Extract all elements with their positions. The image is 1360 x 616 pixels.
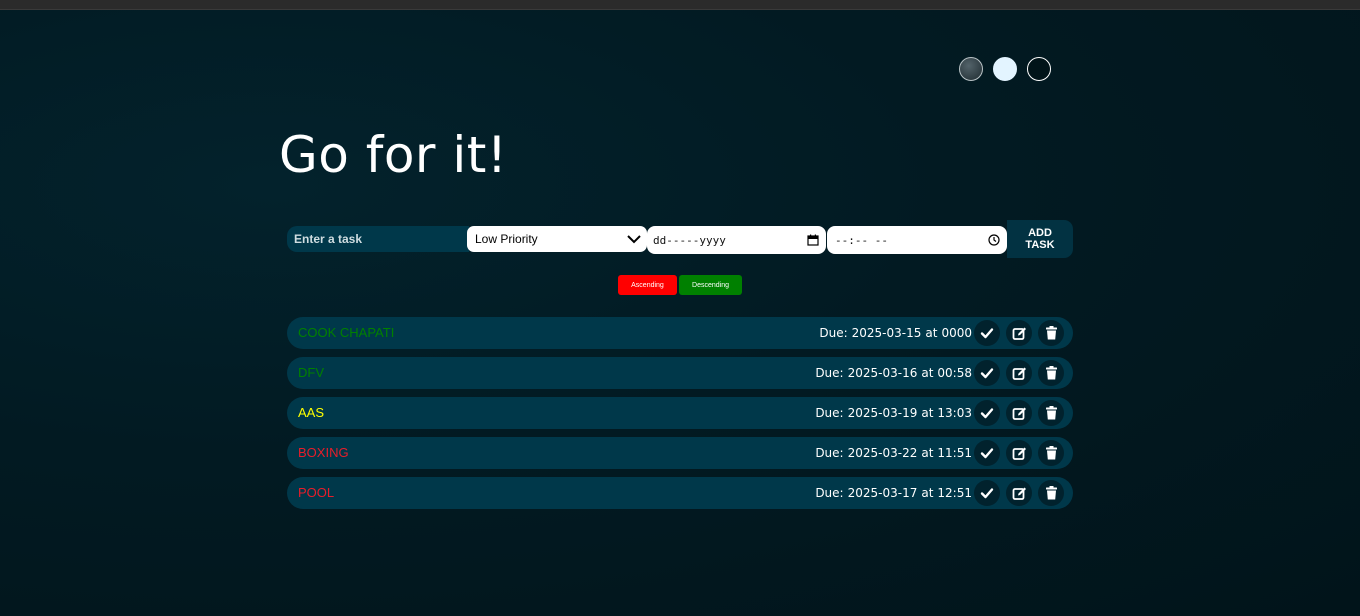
edit-icon [1012, 487, 1026, 500]
edit-task-button[interactable] [1006, 320, 1032, 346]
due-date: 2025-03-17 [847, 486, 918, 500]
browser-top-strip [0, 0, 1360, 10]
theme-light-button[interactable] [993, 57, 1017, 81]
task-due: Due: 2025-03-22 at 11:51 [815, 437, 972, 469]
due-date: 2025-03-19 [847, 406, 918, 420]
due-label: Due: [815, 446, 844, 460]
delete-task-button[interactable] [1038, 400, 1064, 426]
complete-task-button[interactable] [974, 480, 1000, 506]
task-row: COOK CHAPATI Due: 2025-03-15 at 0000 [287, 317, 1073, 349]
edit-task-button[interactable] [1006, 480, 1032, 506]
edit-task-button[interactable] [1006, 440, 1032, 466]
task-name: POOL [298, 485, 335, 500]
trash-icon [1045, 326, 1057, 340]
task-row: DFV Due: 2025-03-16 at 00:58 [287, 357, 1073, 389]
task-actions [974, 440, 1064, 466]
task-actions [974, 360, 1064, 386]
due-time: 12:51 [937, 486, 972, 500]
calendar-icon[interactable] [807, 234, 819, 246]
due-separator: at [925, 326, 938, 340]
sort-controls: Ascending Descending [618, 275, 742, 295]
trash-icon [1045, 446, 1057, 460]
check-icon [980, 328, 994, 339]
due-separator: at [921, 406, 934, 420]
task-due: Due: 2025-03-16 at 00:58 [815, 357, 972, 389]
clock-icon[interactable] [988, 234, 1000, 246]
edit-icon [1012, 327, 1026, 340]
due-label: Due: [815, 486, 844, 500]
due-label: Due: [815, 406, 844, 420]
check-icon [980, 368, 994, 379]
delete-task-button[interactable] [1038, 440, 1064, 466]
due-time: 13:03 [937, 406, 972, 420]
edit-task-button[interactable] [1006, 360, 1032, 386]
task-name: DFV [298, 365, 324, 380]
task-form: Low Priority dd-----yyyy --:-- -- ADD TA… [287, 220, 1073, 258]
task-name: BOXING [298, 445, 349, 460]
sort-descending-button[interactable]: Descending [679, 275, 742, 295]
due-separator: at [921, 446, 934, 460]
task-row: POOL Due: 2025-03-17 at 12:51 [287, 477, 1073, 509]
task-due: Due: 2025-03-17 at 12:51 [815, 477, 972, 509]
task-input[interactable] [287, 226, 469, 252]
complete-task-button[interactable] [974, 440, 1000, 466]
date-input-placeholder: dd-----yyyy [653, 233, 726, 247]
theme-standard-button[interactable] [959, 57, 983, 81]
task-actions [974, 320, 1064, 346]
edit-icon [1012, 367, 1026, 380]
chevron-down-icon [627, 235, 641, 244]
due-separator: at [921, 486, 934, 500]
edit-task-button[interactable] [1006, 400, 1032, 426]
check-icon [980, 488, 994, 499]
theme-switcher [959, 57, 1051, 81]
due-label: Due: [819, 326, 848, 340]
due-separator: at [921, 366, 934, 380]
task-name: COOK CHAPATI [298, 325, 395, 340]
trash-icon [1045, 406, 1057, 420]
theme-darker-button[interactable] [1027, 57, 1051, 81]
add-task-button[interactable]: ADD TASK [1007, 220, 1073, 258]
trash-icon [1045, 486, 1057, 500]
task-due: Due: 2025-03-15 at 0000 [819, 317, 972, 349]
page-title: Go for it! [279, 126, 508, 184]
due-date: 2025-03-16 [847, 366, 918, 380]
edit-icon [1012, 447, 1026, 460]
task-list: COOK CHAPATI Due: 2025-03-15 at 0000 DFV… [287, 317, 1073, 517]
sort-ascending-button[interactable]: Ascending [618, 275, 677, 295]
edit-icon [1012, 407, 1026, 420]
date-input[interactable]: dd-----yyyy [647, 226, 826, 254]
task-name: AAS [298, 405, 325, 420]
delete-task-button[interactable] [1038, 320, 1064, 346]
task-actions [974, 480, 1064, 506]
check-icon [980, 448, 994, 459]
due-time: 11:51 [937, 446, 972, 460]
task-row: AAS Due: 2025-03-19 at 13:03 [287, 397, 1073, 429]
delete-task-button[interactable] [1038, 360, 1064, 386]
due-time: 0000 [941, 326, 972, 340]
complete-task-button[interactable] [974, 400, 1000, 426]
due-label: Due: [815, 366, 844, 380]
task-actions [974, 400, 1064, 426]
complete-task-button[interactable] [974, 320, 1000, 346]
priority-select[interactable]: Low Priority [467, 226, 647, 252]
due-date: 2025-03-15 [851, 326, 922, 340]
task-due: Due: 2025-03-19 at 13:03 [815, 397, 972, 429]
delete-task-button[interactable] [1038, 480, 1064, 506]
due-date: 2025-03-22 [847, 446, 918, 460]
complete-task-button[interactable] [974, 360, 1000, 386]
trash-icon [1045, 366, 1057, 380]
time-input[interactable]: --:-- -- [827, 226, 1007, 254]
time-input-placeholder: --:-- -- [835, 233, 888, 247]
priority-select-value: Low Priority [475, 232, 538, 246]
due-time: 00:58 [937, 366, 972, 380]
check-icon [980, 408, 994, 419]
task-row: BOXING Due: 2025-03-22 at 11:51 [287, 437, 1073, 469]
